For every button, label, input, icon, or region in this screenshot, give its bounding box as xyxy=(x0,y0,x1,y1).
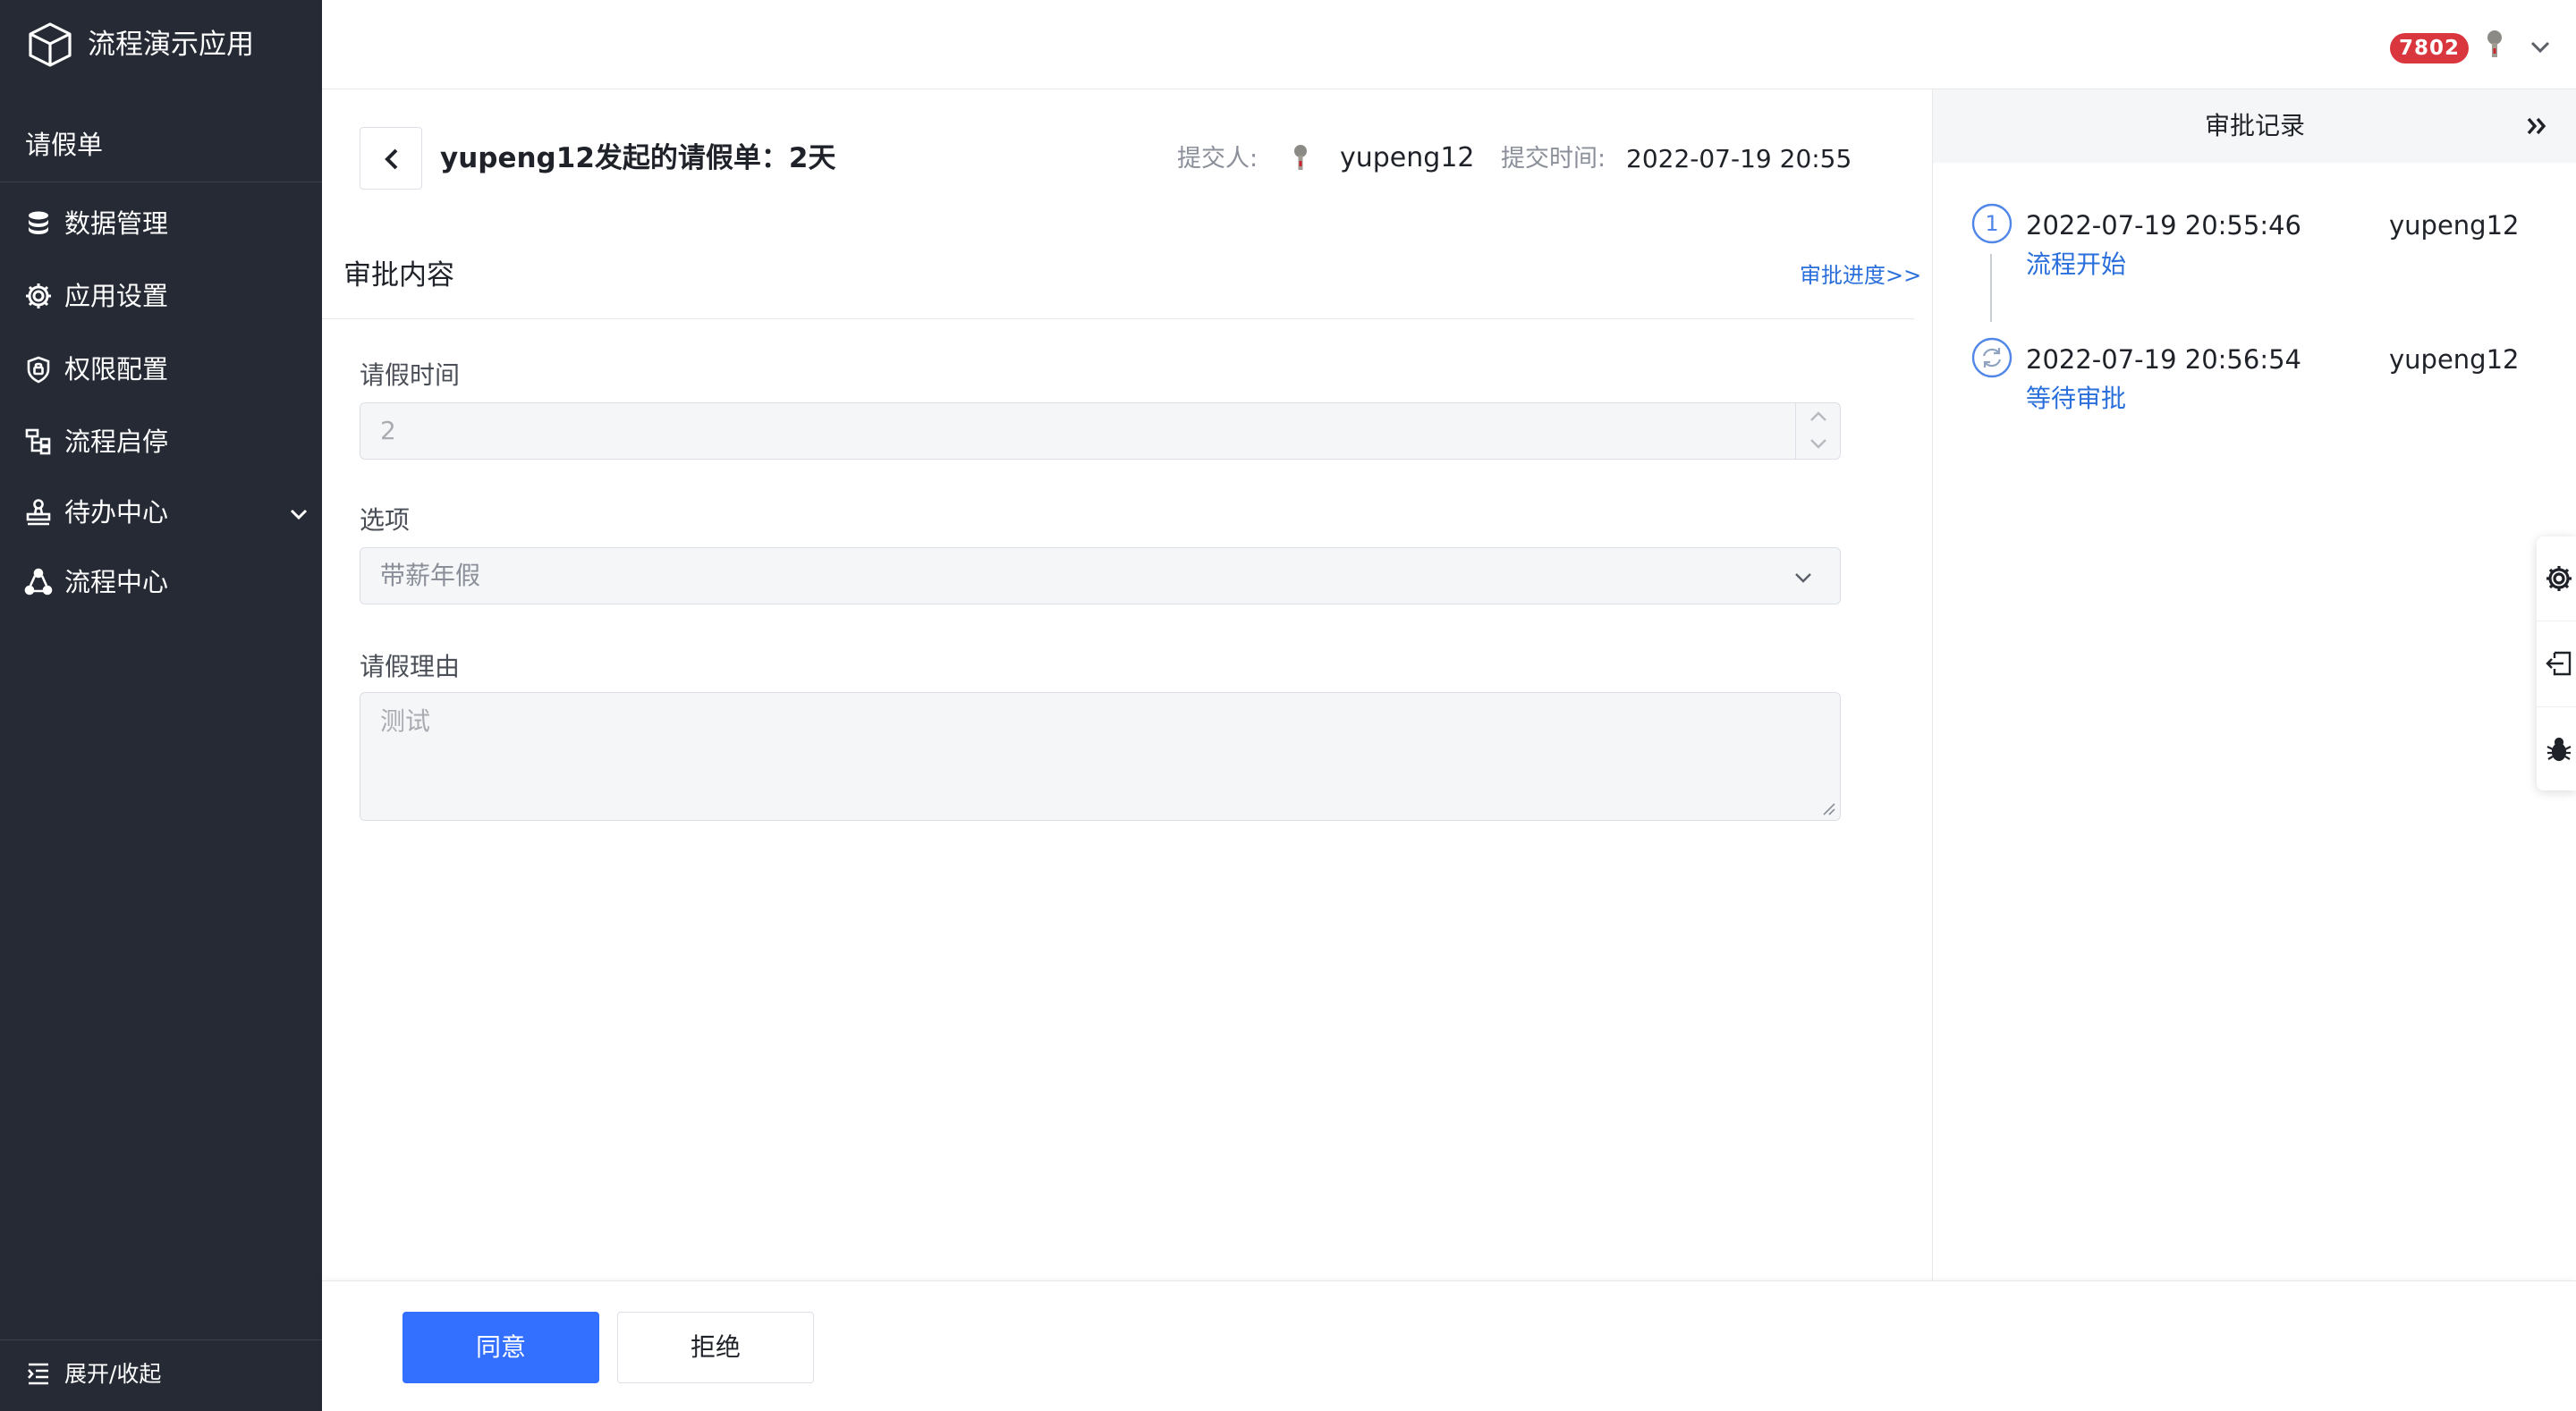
notification-badge[interactable]: 7802 xyxy=(2390,33,2470,63)
database-icon xyxy=(29,211,48,234)
submitter-name: yupeng12 xyxy=(1340,142,1475,173)
record-title: 审批记录 xyxy=(2204,111,2305,140)
chevron-down-icon[interactable] xyxy=(286,502,311,527)
leave-time-label: 请假时间 xyxy=(360,360,461,390)
step-number: 1 xyxy=(1985,211,1998,236)
record-header: 审批记录 xyxy=(1933,89,2576,163)
sidebar-item-label: 流程中心 xyxy=(64,567,169,597)
debug-tool[interactable] xyxy=(2537,706,2576,790)
record-user: yupeng12 xyxy=(2389,210,2520,241)
sidebar-item-label: 权限配置 xyxy=(64,354,169,384)
gear-icon xyxy=(2546,566,2572,591)
floating-toolbar xyxy=(2537,537,2576,790)
flow-icon xyxy=(25,428,51,455)
top-bar: 7802 xyxy=(322,0,2576,89)
shield-icon xyxy=(27,356,50,384)
record-time: 2022-07-19 20:55:46 xyxy=(2026,210,2301,241)
reason-textarea[interactable]: 测试 xyxy=(360,692,1841,821)
sidebar-item-app-settings[interactable]: 应用设置 xyxy=(0,266,322,328)
option-select[interactable]: 带薪年假 xyxy=(360,547,1841,604)
step-number-icon: 1 xyxy=(1971,203,2012,244)
approval-progress-link[interactable]: 审批进度>> xyxy=(1800,259,1921,291)
record-time: 2022-07-19 20:56:54 xyxy=(2026,344,2301,375)
option-value: 带薪年假 xyxy=(380,561,481,590)
number-stepper[interactable] xyxy=(1795,403,1840,459)
leave-time-input[interactable]: 2 xyxy=(360,402,1841,460)
reason-value: 测试 xyxy=(380,706,431,736)
indent-icon xyxy=(28,1363,48,1385)
section-title: 审批内容 xyxy=(343,259,454,291)
app-brand[interactable]: 流程演示应用 xyxy=(0,0,322,89)
sidebar-item-label: 数据管理 xyxy=(64,208,169,239)
submit-time-label: 提交时间: xyxy=(1501,145,1606,173)
timeline-connector xyxy=(1990,254,1992,322)
sidebar-item-data-management[interactable]: 数据管理 xyxy=(0,193,322,256)
record-user: yupeng12 xyxy=(2389,344,2520,375)
cube-icon xyxy=(29,22,72,67)
option-label: 选项 xyxy=(360,505,411,535)
user-avatar-icon[interactable] xyxy=(2481,29,2508,64)
submit-time: 2022-07-19 20:55 xyxy=(1626,144,1852,173)
refresh-icon xyxy=(1971,337,2012,378)
gear-icon xyxy=(26,283,51,308)
chevron-down-icon[interactable] xyxy=(1808,435,1829,452)
sidebar-item-process-toggle[interactable]: 流程启停 xyxy=(0,411,322,474)
chevron-down-icon[interactable] xyxy=(2526,32,2555,61)
sidebar-item-label: 待办中心 xyxy=(64,497,169,528)
approve-button[interactable]: 同意 xyxy=(402,1312,599,1383)
sidebar: 流程演示应用 请假单 数据管理 应用设置 权限配置 流程启停 待办中心 流程中心… xyxy=(0,0,322,1411)
record-status: 流程开始 xyxy=(2026,249,2127,279)
back-button[interactable] xyxy=(360,127,422,190)
reject-button[interactable]: 拒绝 xyxy=(617,1312,814,1383)
page-title: yupeng12发起的请假单：2天 xyxy=(440,142,836,174)
sidebar-item-label: 流程启停 xyxy=(64,427,169,457)
chevron-down-icon xyxy=(1795,573,1811,583)
stamp-icon xyxy=(26,499,51,526)
sidebar-item-process-center[interactable]: 流程中心 xyxy=(0,552,322,614)
chevron-left-icon xyxy=(385,148,398,170)
app-title: 流程演示应用 xyxy=(88,29,254,61)
sidebar-toggle[interactable]: 展开/收起 xyxy=(0,1339,322,1411)
chevron-up-icon[interactable] xyxy=(1808,409,1829,425)
submitter-label: 提交人: xyxy=(1177,145,1258,173)
network-icon xyxy=(24,568,53,596)
exit-tool[interactable] xyxy=(2537,621,2576,705)
submitter-avatar-icon xyxy=(1294,145,1307,170)
resize-handle-icon[interactable] xyxy=(1820,800,1836,816)
sidebar-item-label: 应用设置 xyxy=(64,281,169,311)
main-content: yupeng12发起的请假单：2天 提交人: yupeng12 提交时间: 20… xyxy=(322,89,1932,1280)
double-chevron-right-icon[interactable] xyxy=(2523,113,2550,139)
reason-label: 请假理由 xyxy=(360,652,461,681)
exit-icon xyxy=(2546,651,2572,676)
sidebar-section-title: 请假单 xyxy=(0,122,322,182)
settings-tool[interactable] xyxy=(2537,537,2576,621)
bug-icon xyxy=(2546,737,2572,762)
sidebar-item-permissions[interactable]: 权限配置 xyxy=(0,339,322,401)
record-status: 等待审批 xyxy=(2026,384,2127,413)
action-bar: 同意 拒绝 xyxy=(322,1280,2576,1411)
approval-record-panel: 审批记录 1 2022-07-19 20:55:46 yupeng12 流程开始… xyxy=(1932,89,2576,1280)
sidebar-item-todo-center[interactable]: 待办中心 xyxy=(0,482,322,545)
section-divider xyxy=(322,318,1914,319)
sidebar-toggle-label: 展开/收起 xyxy=(64,1361,162,1387)
sidebar-section-label: 请假单 xyxy=(25,130,104,160)
leave-time-value: 2 xyxy=(380,416,396,445)
